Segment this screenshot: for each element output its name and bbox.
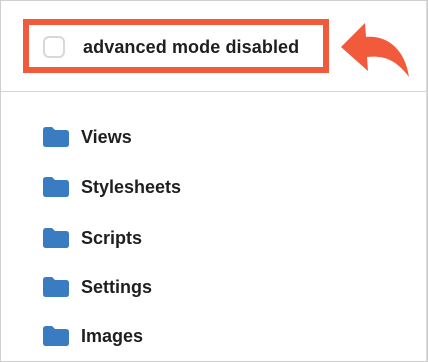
folder-icon: [43, 277, 69, 297]
highlight-callout-box: advanced mode disabled: [23, 19, 329, 73]
folder-icon: [43, 127, 69, 147]
panel-frame: advanced mode disabled Views Stylesheets…: [0, 0, 428, 362]
tree-item-label: Scripts: [81, 227, 143, 248]
tree-item-views[interactable]: Views: [43, 123, 132, 151]
curved-arrow-icon: [341, 23, 409, 77]
tree-item-images[interactable]: Images: [43, 322, 143, 350]
tree-item-scripts[interactable]: Scripts: [43, 224, 142, 252]
tree-item-stylesheets[interactable]: Stylesheets: [43, 173, 181, 201]
tree-item-label: Settings: [81, 276, 153, 297]
folder-icon: [43, 228, 69, 248]
tree-item-label: Images: [81, 325, 144, 346]
tree-item-label: Views: [81, 126, 132, 147]
advanced-mode-toolbar: advanced mode disabled: [1, 1, 427, 92]
tree-item-label: Stylesheets: [81, 176, 182, 197]
advanced-mode-label[interactable]: advanced mode disabled: [83, 37, 299, 58]
advanced-mode-checkbox[interactable]: [43, 36, 65, 58]
tree-item-settings[interactable]: Settings: [43, 273, 152, 301]
folder-icon: [43, 177, 69, 197]
folder-icon: [43, 326, 69, 346]
